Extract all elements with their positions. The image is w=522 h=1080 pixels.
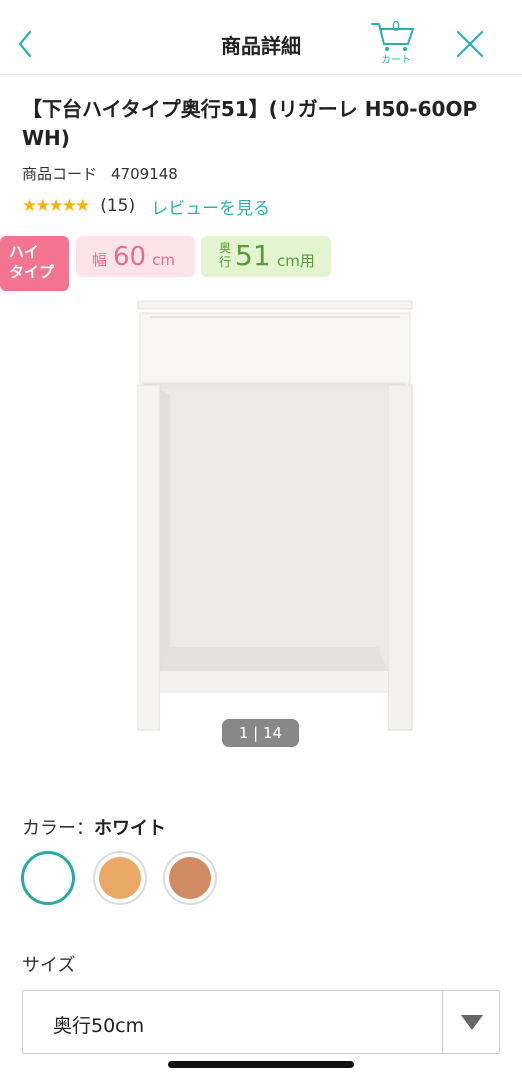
product-title: 【下台ハイタイプ奥行51】(リガーレ H50-60OP WH) [22, 97, 478, 150]
depth-badge-value: 51 [235, 239, 271, 272]
review-link[interactable]: レビューを見る [151, 194, 270, 219]
chevron-down-icon [442, 991, 499, 1053]
high-type-badge: ハイ タイプ [0, 236, 69, 291]
high-type-label: ハイ タイプ [9, 243, 55, 281]
size-label: サイズ [22, 955, 76, 976]
cart-label: カート [381, 55, 411, 66]
close-icon [456, 30, 484, 58]
product-code-label: 商品コード [22, 165, 98, 183]
close-button[interactable] [452, 26, 488, 62]
color-swatch-natural[interactable] [93, 851, 147, 905]
depth-badge: 奥行 51 cm用 [201, 236, 331, 277]
color-label: カラー：ホワイト [22, 814, 166, 840]
depth-badge-unit: cm用 [277, 252, 315, 270]
home-indicator [168, 1061, 354, 1068]
selected-color-name: ホワイト [94, 818, 166, 839]
width-badge-value: 60 [113, 242, 147, 272]
color-swatch-brown[interactable] [163, 851, 217, 905]
rating-row: ★★★★★ (15) レビューを見る [22, 194, 270, 219]
rating-stars: ★★★★★ [22, 196, 90, 216]
review-count: (15) [100, 196, 136, 216]
color-label-text: カラー： [22, 818, 94, 839]
image-page-indicator: 1 | 14 [222, 719, 299, 747]
size-dropdown[interactable]: 奥行50cm [22, 990, 500, 1054]
size-selected-value: 奥行50cm [53, 1015, 145, 1037]
color-swatch-white[interactable] [21, 851, 75, 905]
cart-count-badge: 0 [391, 20, 401, 35]
cart-button[interactable]: 0 カート [368, 18, 424, 68]
width-badge: 幅 60 cm [76, 236, 195, 277]
product-code-row: 商品コード 4709148 [22, 163, 178, 184]
width-badge-unit: cm [152, 251, 175, 269]
product-image[interactable] [130, 295, 420, 740]
width-badge-label: 幅 [92, 251, 108, 269]
product-code-value: 4709148 [111, 165, 178, 183]
depth-badge-label: 奥行 [219, 241, 232, 269]
top-bar: 商品詳細 0 カート [0, 0, 522, 75]
page-title: 商品詳細 [221, 34, 301, 58]
